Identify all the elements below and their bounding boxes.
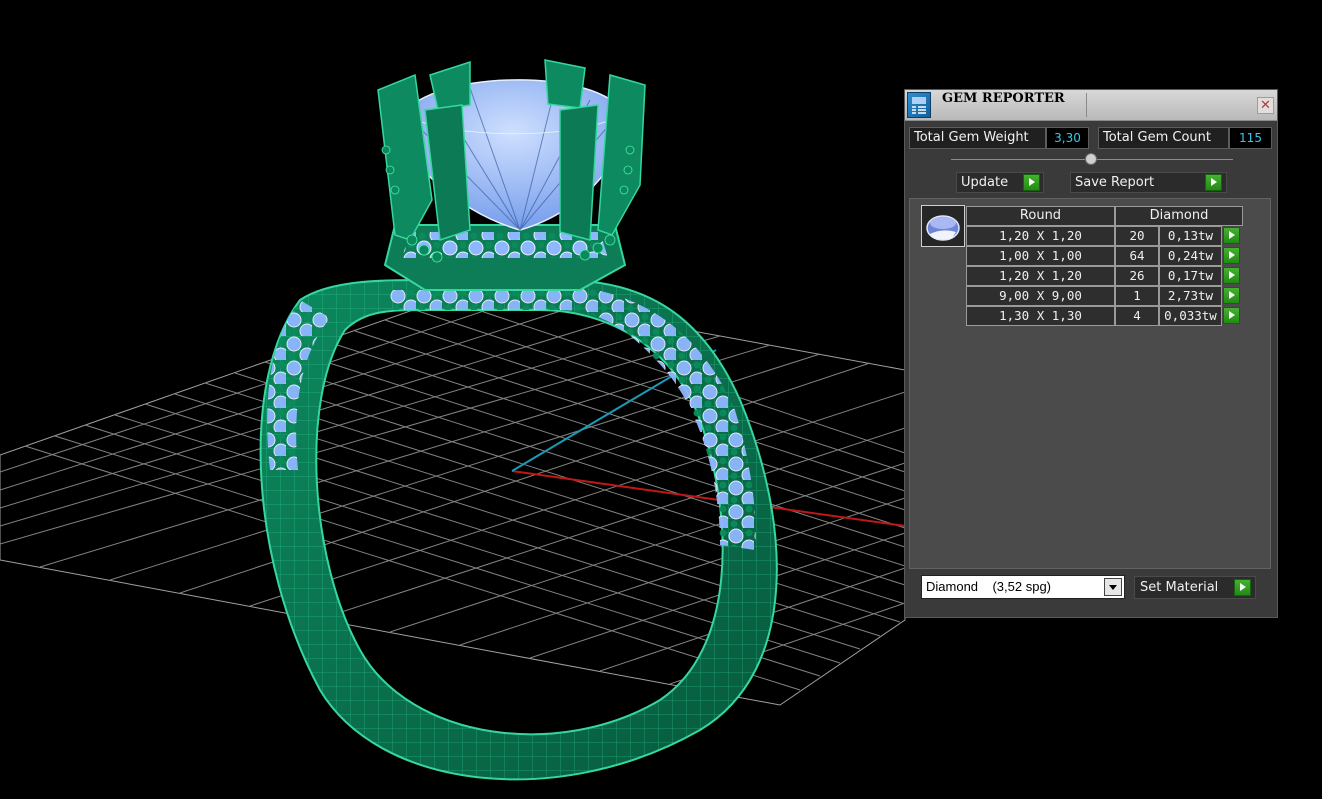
gem-count: 64 — [1115, 246, 1159, 266]
save-report-button-label: Save Report — [1075, 175, 1155, 190]
table-row[interactable]: 1,20 X 1,20 26 0,17tw — [910, 266, 1272, 286]
material-dropdown-value: Diamond (3,52 spg) — [926, 579, 1052, 594]
update-play-icon — [1023, 174, 1040, 191]
title-divider — [1086, 93, 1087, 117]
select-row-play-icon[interactable] — [1223, 227, 1240, 244]
gem-reporter-app-icon — [907, 92, 931, 118]
set-material-play-icon — [1234, 579, 1251, 596]
gem-count: 4 — [1115, 306, 1159, 326]
set-material-button[interactable]: Set Material — [1134, 576, 1256, 599]
gem-size: 1,20 X 1,20 — [966, 266, 1115, 286]
select-row-play-icon[interactable] — [1223, 307, 1240, 324]
table-row[interactable]: 1,30 X 1,30 4 0,033tw — [910, 306, 1272, 326]
select-row-play-icon[interactable] — [1223, 267, 1240, 284]
gem-count: 1 — [1115, 286, 1159, 306]
table-row[interactable]: 1,00 X 1,00 64 0,24tw — [910, 246, 1272, 266]
gem-size: 1,20 X 1,20 — [966, 226, 1115, 246]
column-header-shape: Round — [966, 206, 1115, 226]
gem-count: 20 — [1115, 226, 1159, 246]
gem-weight: 2,73tw — [1159, 286, 1222, 306]
gem-size: 1,00 X 1,00 — [966, 246, 1115, 266]
gem-size: 1,30 X 1,30 — [966, 306, 1115, 326]
select-row-play-icon[interactable] — [1223, 247, 1240, 264]
save-report-button[interactable]: Save Report — [1070, 172, 1227, 193]
total-gem-weight-value: 3,30 — [1046, 127, 1089, 149]
total-gem-count-value: 115 — [1229, 127, 1272, 149]
update-button[interactable]: Update — [956, 172, 1044, 193]
gem-reporter-panel: GEM REPORTER ✕ Total Gem Weight 3,30 Tot… — [904, 89, 1278, 618]
gem-weight: 0,13tw — [1159, 226, 1222, 246]
column-header-material: Diamond — [1115, 206, 1243, 226]
table-row[interactable]: 1,20 X 1,20 20 0,13tw — [910, 226, 1272, 246]
total-gem-weight-label: Total Gem Weight — [909, 127, 1046, 149]
panel-splitter-handle[interactable] — [1085, 153, 1097, 165]
close-button[interactable]: ✕ — [1257, 97, 1274, 114]
gem-size: 9,00 X 9,00 — [966, 286, 1115, 306]
set-material-button-label: Set Material — [1140, 580, 1219, 595]
gem-count: 26 — [1115, 266, 1159, 286]
gem-weight: 0,033tw — [1159, 306, 1222, 326]
material-dropdown[interactable]: Diamond (3,52 spg) — [921, 575, 1125, 599]
update-button-label: Update — [961, 175, 1009, 190]
gem-list: Round Diamond 1,20 X 1,20 20 0,13tw 1,00… — [909, 198, 1271, 569]
ring-model[interactable] — [259, 59, 778, 781]
select-row-play-icon[interactable] — [1223, 287, 1240, 304]
table-row[interactable]: 9,00 X 9,00 1 2,73tw — [910, 286, 1272, 306]
panel-titlebar[interactable]: GEM REPORTER ✕ — [905, 90, 1277, 121]
total-gem-count-label: Total Gem Count — [1098, 127, 1229, 149]
gem-weight: 0,24tw — [1159, 246, 1222, 266]
panel-title: GEM REPORTER — [942, 91, 1065, 106]
dropdown-arrow-icon[interactable] — [1104, 578, 1122, 596]
gem-weight: 0,17tw — [1159, 266, 1222, 286]
save-report-play-icon — [1205, 174, 1222, 191]
